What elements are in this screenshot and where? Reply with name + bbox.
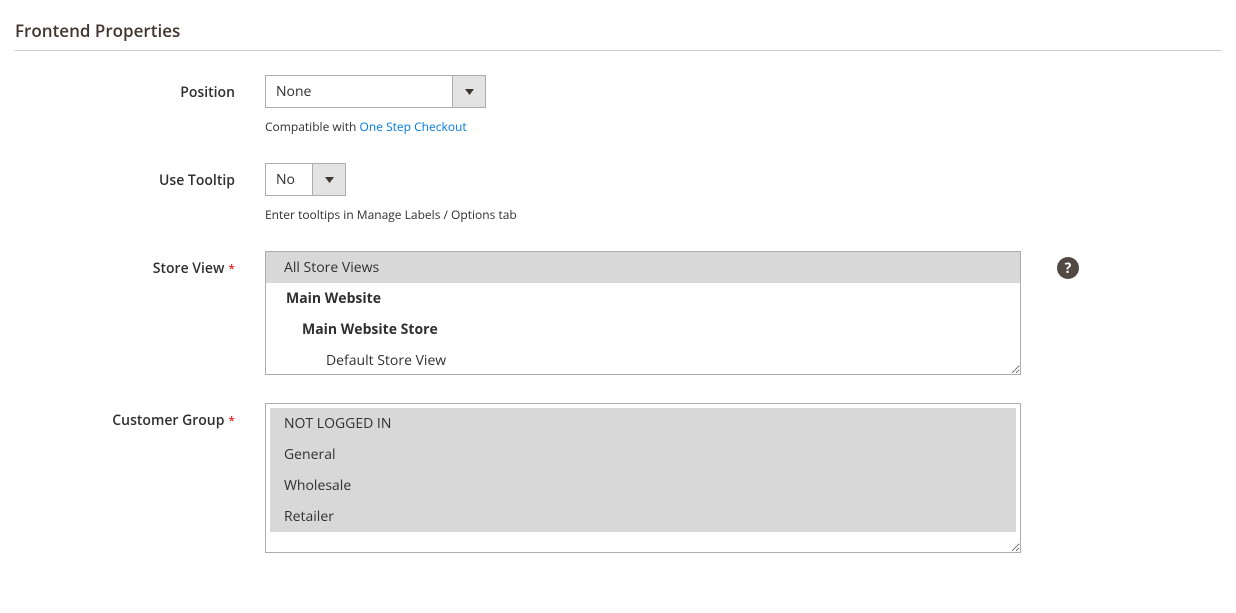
store-view-label-text: Store View [153,259,225,278]
customer-group-field: Customer Group* NOT LOGGED IN General Wh… [15,403,1221,553]
position-label: Position [15,75,265,102]
customer-group-option-wholesale[interactable]: Wholesale [270,470,1016,501]
required-asterisk: * [228,412,235,429]
chevron-down-icon [325,177,334,183]
position-dropdown-button[interactable] [452,76,485,107]
customer-group-multiselect[interactable]: NOT LOGGED IN General Wholesale Retailer [265,403,1021,553]
customer-group-option-retailer[interactable]: Retailer [270,501,1016,532]
store-view-option-main-website[interactable]: Main Website [266,283,1020,314]
position-field: Position None Compatible with One Step C… [15,75,1221,135]
use-tooltip-note: Enter tooltips in Manage Labels / Option… [265,206,1035,223]
store-view-field: Store View* All Store Views Main Website… [15,251,1221,375]
store-view-option-all[interactable]: All Store Views [266,252,1020,283]
chevron-down-icon [465,89,474,95]
position-note: Compatible with One Step Checkout [265,118,1035,135]
use-tooltip-label: Use Tooltip [15,163,265,190]
store-view-multiselect[interactable]: All Store Views Main Website Main Websit… [265,251,1021,375]
required-asterisk: * [228,260,235,277]
customer-group-label-text: Customer Group [112,411,224,430]
section-title: Frontend Properties [15,0,1221,51]
customer-group-label: Customer Group* [15,403,265,430]
use-tooltip-select[interactable]: No [265,163,346,196]
frontend-properties-section: Frontend Properties Position None Compat… [15,0,1221,553]
position-note-text: Compatible with [265,118,360,135]
customer-group-option-not-logged-in[interactable]: NOT LOGGED IN [270,408,1016,439]
one-step-checkout-link[interactable]: One Step Checkout [360,118,467,135]
help-icon[interactable]: ? [1057,257,1079,279]
use-tooltip-value: No [266,164,312,195]
use-tooltip-dropdown-button[interactable] [312,164,345,195]
store-view-option-default-store-view[interactable]: Default Store View [266,345,1020,375]
store-view-option-main-website-store[interactable]: Main Website Store [266,314,1020,345]
customer-group-option-general[interactable]: General [270,439,1016,470]
store-view-label: Store View* [15,251,265,278]
position-select[interactable]: None [265,75,486,108]
position-value: None [266,76,452,107]
use-tooltip-field: Use Tooltip No Enter tooltips in Manage … [15,163,1221,223]
